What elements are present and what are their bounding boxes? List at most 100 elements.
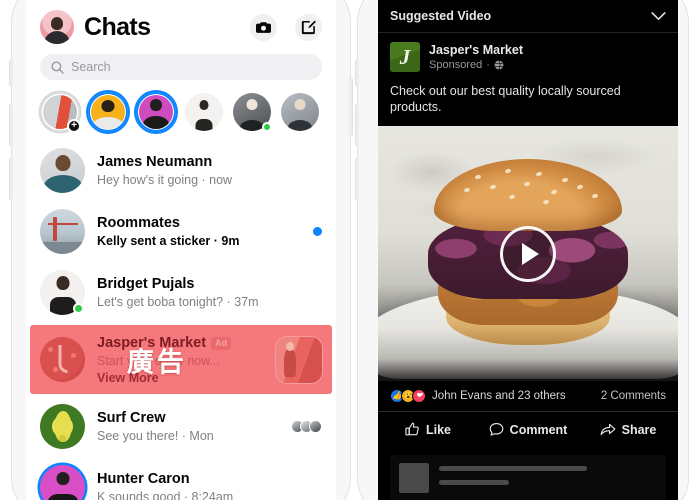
like-button[interactable]: Like (378, 412, 478, 447)
chat-preview: K sounds good · 8:24am (97, 490, 234, 500)
brand-name: Jasper's Market (429, 43, 524, 57)
mute-switch-right[interactable] (356, 60, 359, 86)
sponsored-name-label: Jasper's Market (97, 335, 207, 351)
story-thumbnail (139, 95, 173, 129)
skeleton-thumbnail (399, 463, 429, 494)
post-body-text: Check out our best quality locally sourc… (390, 83, 621, 115)
avatar-wrap (40, 465, 85, 500)
search-input[interactable]: Search (40, 54, 322, 80)
unread-badge (313, 227, 322, 236)
sponsored-avatar (40, 337, 85, 383)
story-item-your-story[interactable]: + (40, 92, 81, 133)
brand-text: Jasper's Market Sponsored · (429, 42, 523, 73)
stories-tray[interactable]: + (26, 88, 336, 140)
post-meta: Sponsored · (429, 58, 523, 72)
chat-list: James Neumann Hey how's it going · now R… (26, 140, 336, 500)
search-icon (51, 60, 64, 74)
sponsored-chat-row[interactable]: Jasper's Market Ad Start your order now..… (30, 325, 332, 395)
love-reaction-icon: ❤ (412, 389, 426, 404)
chat-row-bridget-pujals[interactable]: Bridget Pujals Let's get boba tonight? ·… (26, 262, 336, 323)
avatar (40, 148, 85, 193)
chat-preview: Let's get boba tonight? · 37m (97, 294, 259, 309)
reaction-badges[interactable]: 👍 😮 ❤ (390, 389, 426, 404)
avatar (40, 465, 85, 500)
comment-button[interactable]: Comment (478, 412, 578, 447)
story-item-6[interactable] (280, 92, 320, 132)
volume-down-button[interactable] (10, 158, 13, 200)
chat-name: James Neumann (97, 153, 213, 170)
chat-name: Hunter Caron (97, 471, 190, 488)
sponsored-thumbnail[interactable] (276, 336, 322, 383)
likers-label[interactable]: John Evans and 23 others (432, 390, 601, 402)
avatar-wrap (40, 209, 85, 254)
camera-icon (256, 21, 271, 33)
meta-separator: · (486, 59, 490, 72)
seen-by-avatars (291, 420, 322, 434)
comment-button-label: Comment (509, 422, 568, 437)
suggested-video-label: Suggested Video (390, 9, 492, 23)
screenshot-root: Chats Search + James Neumann Hey how's i… (0, 0, 697, 500)
story-item-2[interactable] (88, 92, 128, 132)
chat-name: Bridget Pujals (97, 275, 195, 292)
j-monogram (58, 345, 67, 374)
add-story-badge[interactable]: + (67, 119, 81, 133)
story-thumbnail (185, 93, 223, 131)
messenger-screen: Chats Search + James Neumann Hey how's i… (26, 0, 336, 500)
bridge-cable (48, 223, 78, 225)
profile-avatar[interactable] (40, 10, 74, 44)
seen-avatar (309, 420, 322, 434)
chat-row-surf-crew[interactable]: Surf Crew See you there! · Mon (26, 396, 336, 457)
search-placeholder: Search (71, 60, 111, 74)
story-item-4[interactable] (184, 92, 224, 132)
chat-text: Bridget Pujals Let's get boba tonight? ·… (97, 275, 322, 310)
share-arrow-icon (600, 424, 616, 436)
share-button-label: Share (621, 422, 657, 437)
skeleton-line-primary (439, 466, 588, 472)
chat-text: Roommates Kelly sent a sticker · 9m (97, 214, 301, 249)
play-button[interactable] (500, 225, 556, 282)
chat-name: Surf Crew (97, 410, 166, 427)
phone-frame-right: Suggested Video J Jasper's Market Sponso… (356, 0, 688, 500)
skeleton-card (390, 455, 666, 500)
berry (71, 353, 76, 359)
chevron-down-icon[interactable] (651, 11, 666, 21)
volume-up-button-right[interactable] (356, 104, 359, 146)
skeleton-lines (439, 463, 657, 486)
search-container: Search (26, 50, 336, 88)
chat-row-hunter-caron[interactable]: Hunter Caron K sounds good · 8:24am (26, 457, 336, 500)
chat-row-roommates[interactable]: Roommates Kelly sent a sticker · 9m (26, 201, 336, 262)
online-indicator (73, 303, 84, 314)
chat-row-james-neumann[interactable]: James Neumann Hey how's it going · now (26, 140, 336, 201)
volume-down-button-right[interactable] (356, 158, 359, 200)
story-item-5[interactable] (232, 92, 272, 132)
post-author[interactable]: J Jasper's Market Sponsored · (378, 33, 678, 80)
compose-button[interactable] (295, 13, 322, 41)
camera-button[interactable] (250, 13, 277, 41)
chat-text: James Neumann Hey how's it going · now (97, 153, 322, 188)
chat-text: Surf Crew See you there! · Mon (97, 409, 283, 444)
mute-switch[interactable] (10, 60, 13, 86)
sponsored-name: Jasper's Market Ad (97, 334, 264, 352)
comments-count[interactable]: 2 Comments (601, 390, 666, 402)
story-face (91, 95, 125, 129)
water (40, 242, 85, 254)
post-stats: 👍 😮 ❤ John Evans and 23 others 2 Comment… (378, 381, 678, 412)
compose-icon (301, 20, 316, 34)
view-more-link[interactable]: View More (97, 371, 264, 385)
volume-up-button[interactable] (10, 104, 13, 146)
sponsored-text: Jasper's Market Ad Start your order now..… (97, 334, 264, 385)
suggested-video-header[interactable]: Suggested Video (378, 0, 678, 32)
post-video[interactable] (378, 126, 678, 382)
story-thumbnail (281, 93, 319, 131)
story-item-3[interactable] (136, 92, 176, 132)
post-screen: Suggested Video J Jasper's Market Sponso… (378, 0, 678, 500)
berry (48, 347, 53, 353)
power-button[interactable] (349, 78, 352, 136)
play-icon (521, 242, 539, 265)
avatar-wrap (40, 270, 85, 315)
comment-bubble-icon (489, 423, 504, 436)
online-indicator (262, 122, 272, 132)
share-button[interactable]: Share (578, 412, 678, 447)
chat-text: Hunter Caron K sounds good · 8:24am (97, 470, 322, 500)
like-button-label: Like (425, 422, 451, 437)
